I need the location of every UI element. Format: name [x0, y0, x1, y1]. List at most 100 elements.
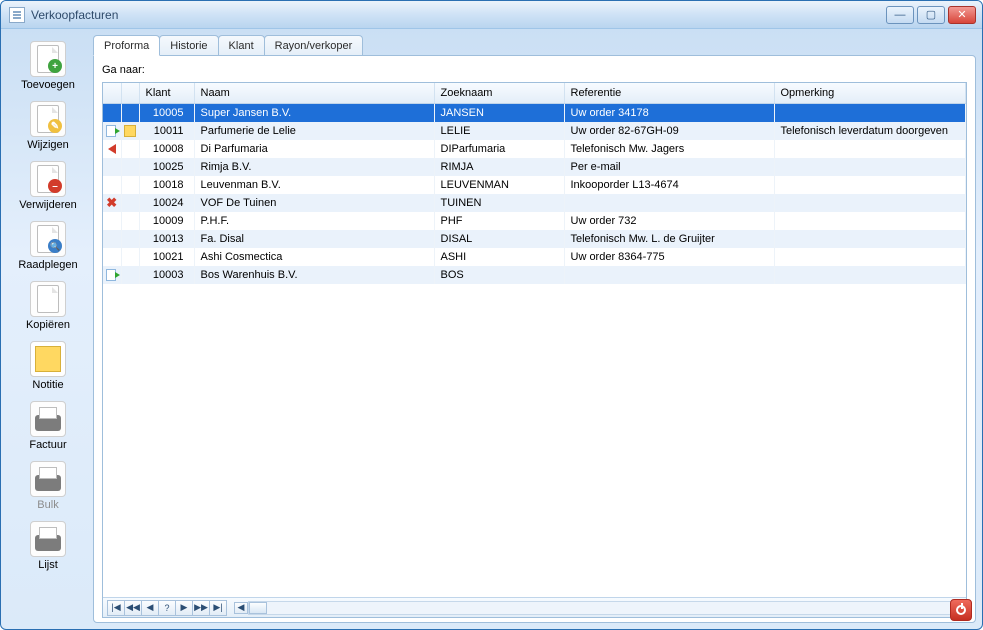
table-row[interactable]: 10013Fa. DisalDISALTelefonisch Mw. L. de…: [103, 230, 966, 248]
cell-ref: Telefonisch Mw. L. de Gruijter: [564, 230, 774, 248]
cell-klant: 10013: [139, 230, 194, 248]
sidebar-item-raadplegen[interactable]: 🔍Raadplegen: [10, 219, 86, 275]
cell-zoek: LEUVENMAN: [434, 176, 564, 194]
grid-horizontal-scrollbar[interactable]: ◀ ▶: [248, 601, 958, 615]
sidebar-item-factuur[interactable]: Factuur: [10, 399, 86, 455]
cell-zoek: BOS: [434, 266, 564, 284]
cell-klant: 10011: [139, 122, 194, 140]
nav-last-button[interactable]: ▶|: [209, 600, 227, 616]
tab-panel-proforma: Ga naar: Klant Naam Zoeknaam Referentie: [93, 55, 976, 623]
close-button[interactable]: ✕: [948, 6, 976, 24]
cell-klant: 10024: [139, 194, 194, 212]
cell-ref: Inkooporder L13-4674: [564, 176, 774, 194]
magnifier-badge-icon: 🔍: [48, 239, 62, 253]
sidebar-item-label: Lijst: [10, 559, 86, 571]
cell-zoek: DIParfumaria: [434, 140, 564, 158]
cell-klant: 10018: [139, 176, 194, 194]
tab-rayon-verkoper[interactable]: Rayon/verkoper: [264, 35, 364, 56]
cell-naam: Di Parfumaria: [194, 140, 434, 158]
nav-help-button[interactable]: ?: [158, 600, 176, 616]
cell-naam: VOF De Tuinen: [194, 194, 434, 212]
table-row[interactable]: 10003Bos Warenhuis B.V.BOS: [103, 266, 966, 284]
col-header-referentie[interactable]: Referentie: [564, 83, 774, 104]
nav-fast-fwd-button[interactable]: ▶▶: [192, 600, 210, 616]
sidebar-item-wijzigen[interactable]: ✎Wijzigen: [10, 99, 86, 155]
cell-naam: Bos Warenhuis B.V.: [194, 266, 434, 284]
app-window: Verkoopfacturen — ▢ ✕ +Toevoegen✎Wijzige…: [0, 0, 983, 630]
cell-zoek: RIMJA: [434, 158, 564, 176]
cell-zoek: ASHI: [434, 248, 564, 266]
cell-zoek: TUINEN: [434, 194, 564, 212]
cell-naam: Fa. Disal: [194, 230, 434, 248]
sidebar-item-kopieren[interactable]: Kopiëren: [10, 279, 86, 335]
doc-view-icon: 🔍: [30, 221, 66, 257]
nav-next-button[interactable]: ▶: [175, 600, 193, 616]
sidebar-item-label: Kopiëren: [10, 319, 86, 331]
cell-naam: Parfumerie de Lelie: [194, 122, 434, 140]
table-row[interactable]: 10021Ashi CosmecticaASHIUw order 8364-77…: [103, 248, 966, 266]
doc-add-icon: +: [30, 41, 66, 77]
main-panel: ProformaHistorieKlantRayon/verkoper Ga n…: [93, 35, 976, 623]
nav-prev-button[interactable]: ◀: [141, 600, 159, 616]
printer-icon: [30, 461, 66, 497]
cell-ref: Uw order 82-67GH-09: [564, 122, 774, 140]
scroll-thumb[interactable]: [249, 602, 267, 614]
tab-historie[interactable]: Historie: [159, 35, 218, 56]
col-header-klant[interactable]: Klant: [139, 83, 194, 104]
table-row[interactable]: ✖10024VOF De TuinenTUINEN: [103, 194, 966, 212]
cell-naam: Ashi Cosmectica: [194, 248, 434, 266]
table-row[interactable]: 10025Rimja B.V.RIMJAPer e-mail: [103, 158, 966, 176]
sidebar-item-verwijderen[interactable]: –Verwijderen: [10, 159, 86, 215]
cell-ref: Uw order 8364-775: [564, 248, 774, 266]
table-row[interactable]: 10005Super Jansen B.V.JANSENUw order 341…: [103, 104, 966, 122]
minimize-button[interactable]: —: [886, 6, 914, 24]
tab-klant[interactable]: Klant: [218, 35, 265, 56]
col-header-naam[interactable]: Naam: [194, 83, 434, 104]
tab-proforma[interactable]: Proforma: [93, 35, 160, 56]
sidebar-item-lijst[interactable]: Lijst: [10, 519, 86, 575]
window-title: Verkoopfacturen: [31, 8, 118, 22]
grid-nav-bar: |◀◀◀◀?▶▶▶▶| ◀ ▶: [103, 597, 966, 617]
cell-klant: 10025: [139, 158, 194, 176]
cell-ref: [564, 194, 774, 212]
scroll-left-button[interactable]: ◀: [234, 602, 248, 614]
sidebar-item-notitie[interactable]: Notitie: [10, 339, 86, 395]
cell-opm: Telefonisch leverdatum doorgeven: [774, 122, 966, 140]
col-header-icon2[interactable]: [121, 83, 139, 104]
power-button[interactable]: [950, 599, 972, 621]
sidebar-item-label: Wijzigen: [10, 139, 86, 151]
cell-zoek: DISAL: [434, 230, 564, 248]
nav-first-button[interactable]: |◀: [107, 600, 125, 616]
cell-naam: Super Jansen B.V.: [194, 104, 434, 122]
cell-ref: Uw order 732: [564, 212, 774, 230]
sidebar-item-toevoegen[interactable]: +Toevoegen: [10, 39, 86, 95]
col-header-zoeknaam[interactable]: Zoeknaam: [434, 83, 564, 104]
cell-opm: [774, 248, 966, 266]
nav-fast-back-button[interactable]: ◀◀: [124, 600, 142, 616]
doc-del-icon: –: [30, 161, 66, 197]
arrow-left-red-icon: [105, 142, 119, 156]
printer-icon: [30, 521, 66, 557]
cell-opm: [774, 176, 966, 194]
table-row[interactable]: 10008Di ParfumariaDIParfumariaTelefonisc…: [103, 140, 966, 158]
sidebar-item-label: Notitie: [10, 379, 86, 391]
cell-opm: [774, 104, 966, 122]
cell-zoek: JANSEN: [434, 104, 564, 122]
cell-ref: [564, 266, 774, 284]
cell-naam: Leuvenman B.V.: [194, 176, 434, 194]
printer-icon: [30, 401, 66, 437]
cell-opm: [774, 194, 966, 212]
data-grid: Klant Naam Zoeknaam Referentie Opmerking…: [102, 82, 967, 618]
cell-opm: [774, 266, 966, 284]
table-row[interactable]: 10018Leuvenman B.V.LEUVENMANInkooporder …: [103, 176, 966, 194]
table-row[interactable]: 10009P.H.F.PHFUw order 732: [103, 212, 966, 230]
tab-strip: ProformaHistorieKlantRayon/verkoper: [93, 35, 976, 56]
col-header-icon1[interactable]: [103, 83, 121, 104]
power-icon: [956, 605, 966, 615]
col-header-opmerking[interactable]: Opmerking: [774, 83, 966, 104]
cell-naam: Rimja B.V.: [194, 158, 434, 176]
plus-badge-icon: +: [48, 59, 62, 73]
table-row[interactable]: 10011Parfumerie de LelieLELIEUw order 82…: [103, 122, 966, 140]
maximize-button[interactable]: ▢: [917, 6, 945, 24]
cell-opm: [774, 230, 966, 248]
